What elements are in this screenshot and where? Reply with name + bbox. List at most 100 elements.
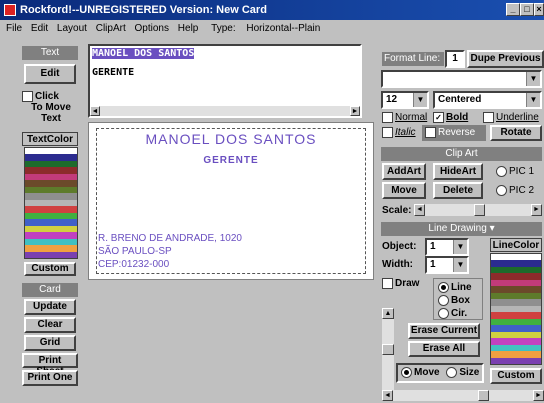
color-swatch[interactable] <box>491 357 541 364</box>
scale-left-icon[interactable]: ◄ <box>414 204 425 216</box>
linecolor-header: LineColor <box>490 238 542 252</box>
erase-current-button[interactable]: Erase Current <box>408 323 480 339</box>
card-preview[interactable]: MANOEL DOS SANTOS GERENTE R. BRENO DE AN… <box>88 122 374 280</box>
print-sheet-button[interactable]: Print Sheet <box>22 353 78 377</box>
scroll-left-icon[interactable]: ◄ <box>382 390 393 401</box>
text-color-palette[interactable] <box>24 147 78 259</box>
menu-options[interactable]: Options <box>135 23 169 34</box>
menu-edit[interactable]: Edit <box>31 23 48 34</box>
scroll-right-icon[interactable]: ► <box>533 390 544 401</box>
alignment-dropdown[interactable]: Centered ▼ <box>433 91 542 109</box>
custom-text-color-button[interactable]: Custom <box>24 262 76 276</box>
chevron-down-icon[interactable]: ▼ <box>413 93 427 107</box>
move-option[interactable]: Move <box>401 366 440 378</box>
scroll-left-icon[interactable]: ◄ <box>90 106 100 116</box>
reverse-checkbox[interactable] <box>425 126 436 138</box>
reverse-option[interactable]: Reverse <box>422 125 486 141</box>
scale-thumb[interactable] <box>474 204 485 216</box>
line-color-palette[interactable] <box>490 253 542 365</box>
clear-button[interactable]: Clear <box>24 317 76 333</box>
editor-horizontal-scrollbar[interactable]: ◄ ► <box>90 106 360 116</box>
line-radio[interactable] <box>438 281 449 293</box>
scroll-up-icon[interactable]: ▲ <box>382 308 394 319</box>
click-to-move-label-3: Text <box>41 113 61 125</box>
line-option[interactable]: Line <box>438 281 482 294</box>
custom-line-color-button[interactable]: Custom <box>490 368 542 384</box>
scale-slider[interactable]: ◄ ► <box>414 204 542 216</box>
card-address-2[interactable]: SÃO PAULO-SP <box>98 246 172 257</box>
format-line-label: Format Line: <box>382 52 444 66</box>
chevron-down-icon[interactable]: ▼ <box>453 240 467 254</box>
card-address-1[interactable]: R. BRENO DE ANDRADE, 1020 <box>98 233 242 244</box>
click-to-move-checkbox[interactable] <box>22 91 33 102</box>
card-address-3[interactable]: CEP:01232-000 <box>98 259 169 270</box>
object-dropdown[interactable]: 1 ▼ <box>425 238 469 256</box>
pic2-option[interactable]: PIC 2 <box>496 185 534 196</box>
hide-art-button[interactable]: HideArt <box>433 163 483 180</box>
card-title[interactable]: GERENTE <box>89 155 373 166</box>
app-icon[interactable] <box>4 4 16 16</box>
close-button[interactable]: × <box>534 3 544 16</box>
cir-radio[interactable] <box>438 307 449 319</box>
size-radio[interactable] <box>446 366 458 378</box>
click-to-move-label-1: Click <box>35 91 59 103</box>
size-radio-label: Size <box>459 367 480 378</box>
box-label: Box <box>451 295 470 306</box>
grid-button[interactable]: Grid <box>24 335 76 351</box>
box-radio[interactable] <box>438 294 449 306</box>
delete-art-button[interactable]: Delete <box>433 182 483 199</box>
draw-checkbox[interactable] <box>382 278 393 289</box>
menu-clipart[interactable]: ClipArt <box>96 23 126 34</box>
scale-right-icon[interactable]: ► <box>531 204 542 216</box>
vertical-scroll-thumb[interactable] <box>382 344 394 355</box>
menu-help[interactable]: Help <box>178 23 199 34</box>
erase-all-button[interactable]: Erase All <box>408 341 480 357</box>
normal-option[interactable]: Normal <box>382 112 427 123</box>
bold-label: Bold <box>446 112 469 124</box>
pic1-option[interactable]: PIC 1 <box>496 166 534 177</box>
normal-checkbox[interactable] <box>382 112 393 123</box>
chevron-down-icon[interactable]: ▾ <box>490 223 495 234</box>
pic2-radio[interactable] <box>496 185 507 196</box>
menu-layout[interactable]: Layout <box>57 23 87 34</box>
cir-option[interactable]: Cir. <box>438 307 482 320</box>
font-size-dropdown[interactable]: 12 ▼ <box>381 91 429 109</box>
chevron-down-icon[interactable]: ▼ <box>526 72 540 86</box>
print-one-button[interactable]: Print One <box>22 370 78 386</box>
underline-checkbox[interactable] <box>483 112 494 123</box>
chevron-down-icon[interactable]: ▼ <box>453 258 467 272</box>
textcolor-header: TextColor <box>22 132 78 146</box>
underline-label: Underline <box>496 112 539 124</box>
update-button[interactable]: Update <box>24 299 76 315</box>
bold-option[interactable]: ✓ Bold <box>433 112 468 123</box>
rotate-button[interactable]: Rotate <box>490 125 542 141</box>
bold-checkbox[interactable]: ✓ <box>433 112 444 123</box>
format-line-input[interactable]: 1 <box>445 50 465 68</box>
type-value: Horizontal--Plain <box>246 23 321 34</box>
chevron-down-icon[interactable]: ▼ <box>526 93 540 107</box>
card-name[interactable]: MANOEL DOS SANTOS <box>89 131 373 147</box>
minimize-button[interactable]: _ <box>506 3 520 16</box>
line-horizontal-scrollbar[interactable]: ◄ ► <box>382 390 544 401</box>
menu-file[interactable]: File <box>6 23 22 34</box>
click-to-move-option[interactable]: Click To Move Text <box>22 91 80 124</box>
add-art-button[interactable]: AddArt <box>382 163 426 180</box>
italic-option[interactable]: Italic <box>382 127 416 138</box>
line-vertical-scrollbar[interactable]: ▲ <box>382 308 394 392</box>
italic-checkbox[interactable] <box>382 127 393 138</box>
width-dropdown[interactable]: 1 ▼ <box>425 256 469 274</box>
underline-option[interactable]: Underline <box>483 112 539 123</box>
size-option[interactable]: Size <box>446 366 480 378</box>
box-option[interactable]: Box <box>438 294 482 307</box>
move-art-button[interactable]: Move <box>382 182 426 199</box>
scroll-right-icon[interactable]: ► <box>350 106 360 116</box>
color-swatch[interactable] <box>25 251 77 258</box>
pic1-radio[interactable] <box>496 166 507 177</box>
horizontal-scroll-thumb[interactable] <box>478 390 489 401</box>
maximize-button[interactable]: □ <box>520 3 534 16</box>
edit-button[interactable]: Edit <box>24 64 76 84</box>
dupe-previous-button[interactable]: Dupe Previous <box>467 50 544 68</box>
draw-option[interactable]: Draw <box>382 278 419 289</box>
font-dropdown[interactable]: ▼ <box>381 70 542 88</box>
move-radio[interactable] <box>401 366 412 378</box>
